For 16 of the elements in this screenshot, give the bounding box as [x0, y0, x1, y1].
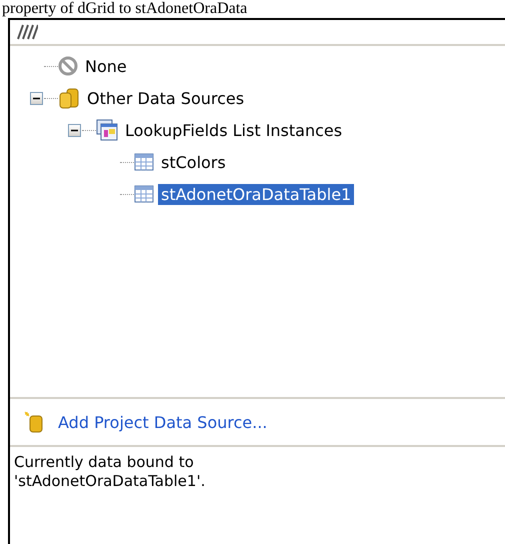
tree-item[interactable]: stAdonetOraDataTable1: [158, 184, 354, 204]
table-icon: [134, 153, 154, 171]
form-icon: [96, 119, 118, 141]
tree-item[interactable]: None: [82, 56, 130, 76]
caption-text: property of dGrid to stAdonetOraData: [1, 0, 248, 18]
tree-item[interactable]: LookupFields List Instances: [122, 120, 346, 140]
description-text: Currently data bound to 'stAdonetOraDataTable1'.: [14, 453, 206, 491]
tree-item[interactable]: Other Data Sources: [84, 88, 248, 108]
grip-icon: [16, 24, 38, 40]
database-icon: [58, 87, 80, 109]
add-data-source-link[interactable]: Add Project Data Source...: [58, 412, 268, 432]
tree-item[interactable]: stColors: [158, 152, 229, 172]
collapse-toggle[interactable]: [30, 92, 42, 104]
table-icon: [134, 185, 154, 203]
add-database-icon: [24, 411, 44, 433]
collapse-toggle[interactable]: [68, 124, 80, 136]
